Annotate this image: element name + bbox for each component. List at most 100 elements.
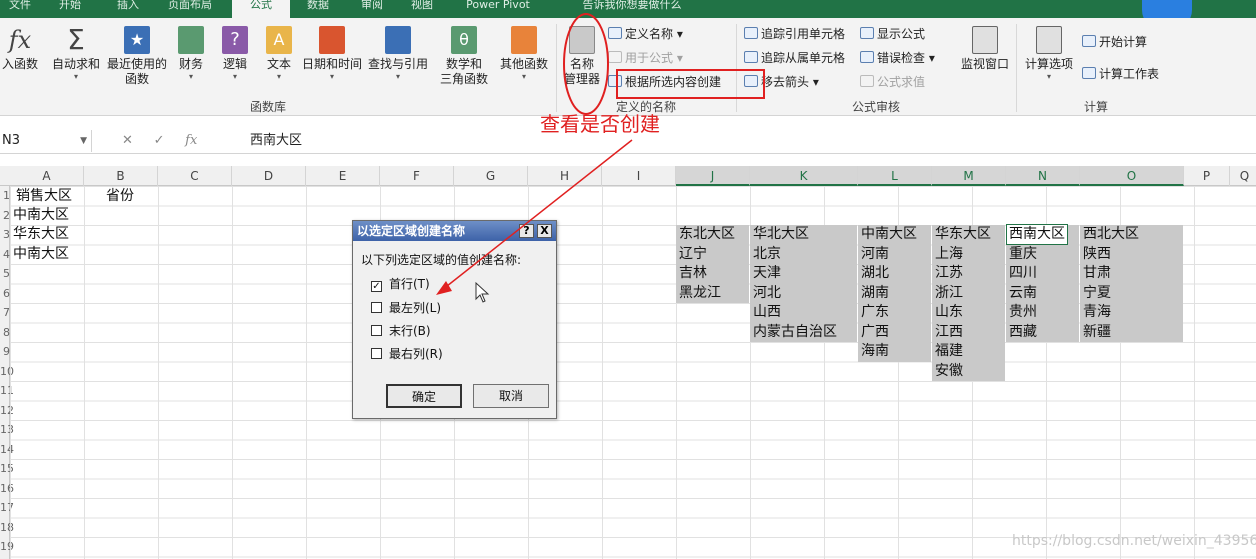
remove-arrows-button[interactable]: 移去箭头 ▾ (744, 74, 819, 90)
row-header[interactable]: 1 (0, 186, 10, 205)
trace-precedents-button[interactable]: 追踪引用单元格 (744, 26, 845, 42)
region-item-cell[interactable]: 天津 (753, 264, 781, 283)
region-item-cell[interactable]: 新疆 (1083, 323, 1111, 342)
row-header[interactable]: 18 (0, 518, 14, 537)
tell-me-search[interactable]: 告诉我你想要做什么 (562, 0, 702, 18)
cell-a4[interactable]: 中南大区 (13, 245, 69, 264)
tab-formulas[interactable]: 公式 (232, 0, 290, 18)
column-header[interactable]: A (10, 166, 84, 186)
region-item-cell[interactable]: 四川 (1009, 264, 1037, 283)
row-header[interactable]: 3 (0, 225, 10, 244)
region-header-cell[interactable]: 西南大区 (1006, 224, 1068, 245)
region-item-cell[interactable]: 湖北 (861, 264, 889, 283)
column-header[interactable]: L (858, 166, 932, 186)
row-header[interactable]: 12 (0, 401, 14, 420)
more-functions-button[interactable]: 其他函数 ▾ (496, 26, 552, 81)
column-header[interactable]: N (1006, 166, 1080, 186)
checkbox-left-column[interactable]: 最左列(L) (371, 301, 441, 315)
region-item-cell[interactable]: 湖南 (861, 284, 889, 303)
region-header-cell[interactable]: 东北大区 (679, 225, 735, 244)
tab-view[interactable]: 视图 (402, 0, 442, 18)
column-header[interactable]: B (84, 166, 158, 186)
trace-dependents-button[interactable]: 追踪从属单元格 (744, 50, 845, 66)
column-header[interactable]: M (932, 166, 1006, 186)
region-item-cell[interactable]: 甘肃 (1083, 264, 1111, 283)
region-item-cell[interactable]: 辽宁 (679, 245, 707, 264)
region-item-cell[interactable]: 河北 (753, 284, 781, 303)
create-from-selection-button[interactable]: 根据所选内容创建 (608, 74, 721, 90)
row-header[interactable]: 15 (0, 459, 14, 478)
row-header[interactable]: 6 (0, 284, 10, 303)
column-header[interactable]: O (1080, 166, 1184, 186)
cancel-icon[interactable]: ✕ (122, 133, 133, 148)
region-item-cell[interactable]: 上海 (935, 245, 963, 264)
column-header[interactable]: K (750, 166, 858, 186)
row-header[interactable]: 7 (0, 303, 10, 322)
tab-page-layout[interactable]: 页面布局 (160, 0, 220, 18)
region-item-cell[interactable]: 青海 (1083, 303, 1111, 322)
row-header[interactable]: 14 (0, 440, 14, 459)
column-header[interactable]: H (528, 166, 602, 186)
watch-window-button[interactable]: 监视窗口 (958, 26, 1012, 72)
region-item-cell[interactable]: 江西 (935, 323, 963, 342)
region-item-cell[interactable]: 福建 (935, 342, 963, 361)
autosum-button[interactable]: Σ 自动求和 ▾ (48, 26, 104, 82)
name-manager-button[interactable]: 名称 管理器 (560, 26, 604, 87)
recent-functions-button[interactable]: ★ 最近使用的 函数 (104, 26, 170, 87)
logic-button[interactable]: ? 逻辑 ▾ (218, 26, 252, 81)
region-item-cell[interactable]: 海南 (861, 342, 889, 361)
checkbox-right-column[interactable]: 最右列(R) (371, 347, 443, 361)
row-header[interactable]: 2 (0, 206, 10, 225)
row-header[interactable]: 17 (0, 498, 14, 517)
tab-data[interactable]: 数据 (298, 0, 338, 18)
text-button[interactable]: A 文本 ▾ (262, 26, 296, 81)
region-item-cell[interactable]: 安徽 (935, 362, 963, 381)
checkbox-top-row[interactable]: ✓ 首行(T) (371, 277, 430, 292)
tab-file[interactable]: 文件 (0, 0, 40, 18)
cancel-button[interactable]: 取消 (473, 384, 549, 408)
region-item-cell[interactable]: 山西 (753, 303, 781, 322)
show-formulas-button[interactable]: 显示公式 (860, 26, 925, 42)
region-item-cell[interactable]: 广东 (861, 303, 889, 322)
lookup-button[interactable]: 查找与引用 ▾ (366, 26, 430, 81)
row-header[interactable]: 5 (0, 264, 10, 283)
row-header[interactable]: 10 (0, 362, 14, 381)
row-header[interactable]: 8 (0, 323, 10, 342)
formula-input[interactable]: 西南大区 (250, 130, 302, 152)
region-item-cell[interactable]: 内蒙古自治区 (753, 323, 837, 342)
column-header[interactable]: F (380, 166, 454, 186)
column-header[interactable]: C (158, 166, 232, 186)
fx-icon[interactable]: fx (185, 133, 197, 148)
tab-insert[interactable]: 插入 (108, 0, 148, 18)
region-header-cell[interactable]: 华东大区 (935, 225, 991, 244)
tab-power-pivot[interactable]: Power Pivot (458, 0, 538, 18)
region-item-cell[interactable]: 山东 (935, 303, 963, 322)
calc-sheet-button[interactable]: 计算工作表 (1082, 66, 1159, 82)
region-item-cell[interactable]: 重庆 (1009, 245, 1037, 264)
region-item-cell[interactable]: 黑龙江 (679, 284, 721, 303)
row-header[interactable]: 11 (0, 381, 14, 400)
datetime-button[interactable]: 日期和时间 ▾ (300, 26, 364, 81)
tab-review[interactable]: 审阅 (352, 0, 392, 18)
column-header[interactable]: G (454, 166, 528, 186)
ok-button[interactable]: 确定 (386, 384, 462, 408)
cell-b1[interactable]: 省份 (106, 187, 134, 206)
evaluate-formula-button[interactable]: 公式求值 (860, 74, 925, 90)
row-header[interactable]: 19 (0, 537, 14, 556)
region-item-cell[interactable]: 浙江 (935, 284, 963, 303)
column-header[interactable]: E (306, 166, 380, 186)
region-item-cell[interactable]: 陕西 (1083, 245, 1111, 264)
help-button[interactable]: ? (519, 224, 534, 238)
use-in-formula-button[interactable]: 用于公式 ▾ (608, 50, 683, 66)
row-header[interactable]: 4 (0, 245, 10, 264)
checkbox-bottom-row[interactable]: 末行(B) (371, 324, 431, 338)
finance-button[interactable]: 财务 ▾ (174, 26, 208, 81)
calc-now-button[interactable]: 开始计算 (1082, 34, 1147, 50)
column-header[interactable]: P (1184, 166, 1230, 186)
name-box[interactable]: N3 ▼ (0, 130, 92, 152)
region-item-cell[interactable]: 西藏 (1009, 323, 1037, 342)
math-button[interactable]: θ 数学和 三角函数 (434, 26, 494, 87)
region-item-cell[interactable]: 北京 (753, 245, 781, 264)
column-header[interactable]: I (602, 166, 676, 186)
row-header[interactable]: 16 (0, 479, 14, 498)
